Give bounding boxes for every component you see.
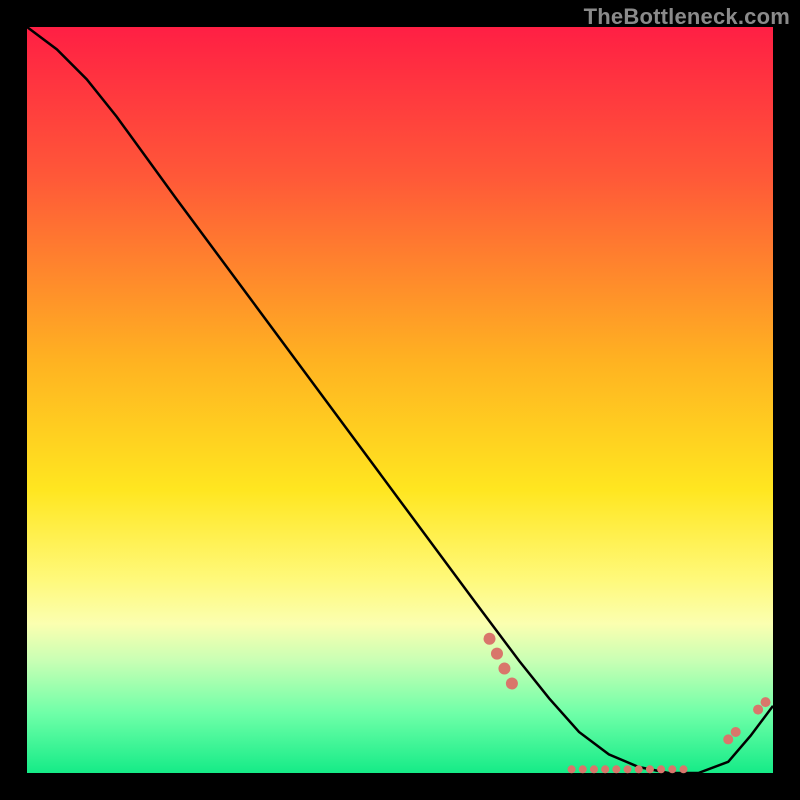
data-marker (506, 677, 518, 689)
data-marker (568, 765, 576, 773)
data-marker (761, 697, 771, 707)
data-marker (679, 765, 687, 773)
plot-area (27, 27, 773, 773)
data-marker (753, 705, 763, 715)
data-marker (624, 765, 632, 773)
data-marker (491, 648, 503, 660)
data-marker (657, 765, 665, 773)
data-marker (635, 765, 643, 773)
data-marker (646, 765, 654, 773)
data-marker (668, 765, 676, 773)
watermark-text: TheBottleneck.com (584, 4, 790, 30)
chart-stage: TheBottleneck.com (0, 0, 800, 800)
data-marker (498, 663, 510, 675)
data-marker (612, 765, 620, 773)
data-marker (601, 765, 609, 773)
bottleneck-curve (27, 27, 773, 773)
data-marker (731, 727, 741, 737)
data-marker (723, 734, 733, 744)
chart-svg (27, 27, 773, 773)
data-marker (484, 633, 496, 645)
data-marker (590, 765, 598, 773)
markers-group (484, 633, 771, 774)
data-marker (579, 765, 587, 773)
